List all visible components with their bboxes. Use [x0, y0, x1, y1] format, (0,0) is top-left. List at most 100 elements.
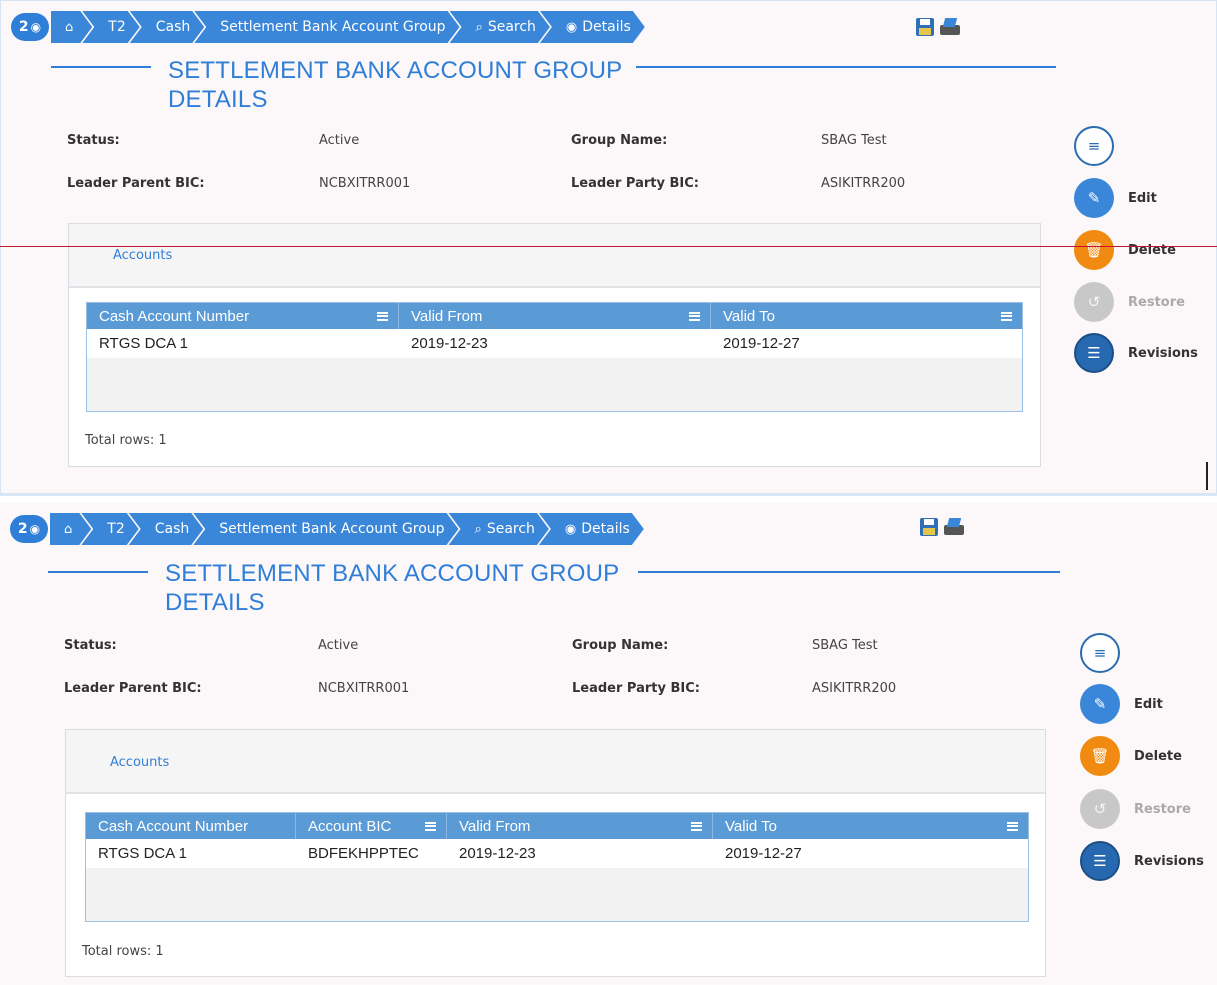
- title-rule-left: [51, 66, 151, 68]
- title-rule-right: [636, 66, 1056, 68]
- list-icon: ≡: [1080, 633, 1120, 673]
- trash-icon: 🗑: [1074, 230, 1114, 270]
- column-menu-icon[interactable]: [377, 311, 388, 321]
- edit-button[interactable]: ✎ Edit: [1080, 684, 1163, 724]
- eye-icon: ◉: [30, 20, 42, 34]
- edit-icon: ✎: [1080, 684, 1120, 724]
- accounts-panel: Accounts Cash Account Number Valid From …: [68, 223, 1041, 467]
- restore-icon: ↺: [1080, 789, 1120, 829]
- column-cash-account-number[interactable]: Cash Account Number: [86, 813, 296, 839]
- restore-button: ↺ Restore: [1080, 789, 1191, 829]
- column-menu-icon[interactable]: [1007, 821, 1018, 831]
- title-rule-left: [48, 571, 148, 573]
- details-screen-2: 2 ◉ ⌂ T2 Cash Settlement Bank Account Gro…: [0, 503, 1217, 985]
- breadcrumb-cash[interactable]: Cash: [129, 513, 204, 545]
- delete-button[interactable]: 🗑 Delete: [1080, 736, 1182, 776]
- leader-party-bic-label: Leader Party BIC:: [572, 681, 700, 696]
- context-menu-button[interactable]: ≡: [1074, 126, 1114, 166]
- column-account-bic[interactable]: Account BIC: [296, 813, 447, 839]
- breadcrumb-sbag[interactable]: Settlement Bank Account Group: [194, 11, 459, 43]
- leader-parent-bic-value: NCBXITRR001: [319, 176, 411, 191]
- group-name-label: Group Name:: [572, 638, 669, 653]
- database-icon: ☰: [1080, 841, 1120, 881]
- breadcrumb-label: Details: [582, 19, 631, 35]
- cell-valid-to: 2019-12-27: [723, 335, 800, 352]
- delete-label: Delete: [1128, 242, 1176, 258]
- breadcrumb-search[interactable]: ⌕ Search: [450, 11, 550, 43]
- eye-icon: ◉: [565, 19, 578, 35]
- search-icon: ⌕: [474, 521, 482, 537]
- tab-accounts[interactable]: Accounts: [110, 755, 169, 770]
- breadcrumb-label: T2: [108, 19, 126, 35]
- restore-label: Restore: [1128, 294, 1185, 310]
- status-value: Active: [318, 638, 359, 653]
- total-rows: Total rows: 1: [85, 433, 167, 448]
- leader-party-bic-label: Leader Party BIC:: [571, 176, 699, 191]
- edit-icon: ✎: [1074, 178, 1114, 218]
- breadcrumb-details[interactable]: ◉ Details: [540, 11, 645, 43]
- list-icon: ≡: [1074, 126, 1114, 166]
- title-rule-right: [638, 571, 1060, 573]
- column-valid-from[interactable]: Valid From: [399, 303, 711, 329]
- column-label: Cash Account Number: [99, 307, 250, 325]
- breadcrumb-label: Cash: [155, 19, 191, 35]
- column-menu-icon[interactable]: [425, 821, 436, 831]
- cell-valid-from: 2019-12-23: [411, 335, 488, 352]
- revisions-button[interactable]: ☰ Revisions: [1080, 841, 1204, 881]
- revisions-label: Revisions: [1134, 853, 1204, 869]
- group-name-value: SBAG Test: [821, 133, 887, 148]
- grid-header: Cash Account Number Account BIC Valid Fr…: [86, 813, 1028, 839]
- edit-button[interactable]: ✎ Edit: [1074, 178, 1157, 218]
- accounts-panel-header: Accounts: [66, 730, 1045, 794]
- database-icon: ☰: [1074, 333, 1114, 373]
- page-title-line2: DETAILS: [168, 86, 268, 113]
- column-valid-from[interactable]: Valid From: [447, 813, 713, 839]
- screen-separator: [0, 494, 1217, 503]
- delete-button[interactable]: 🗑 Delete: [1074, 230, 1176, 270]
- breadcrumb-details[interactable]: ◉ Details: [539, 513, 644, 545]
- leader-parent-bic-label: Leader Parent BIC:: [64, 681, 202, 696]
- revisions-button[interactable]: ☰ Revisions: [1074, 333, 1198, 373]
- accounts-panel: Accounts Cash Account Number Account BIC…: [65, 729, 1046, 977]
- group-name-value: SBAG Test: [812, 638, 878, 653]
- column-cash-account-number[interactable]: Cash Account Number: [87, 303, 399, 329]
- cell-valid-from: 2019-12-23: [459, 845, 536, 862]
- breadcrumb-search[interactable]: ⌕ Search: [449, 513, 549, 545]
- restore-icon: ↺: [1074, 282, 1114, 322]
- leader-party-bic-value: ASIKITRR200: [821, 176, 906, 191]
- column-menu-icon[interactable]: [1001, 311, 1012, 321]
- breadcrumb-cash[interactable]: Cash: [130, 11, 205, 43]
- column-label: Cash Account Number: [98, 817, 249, 835]
- table-row[interactable]: RTGS DCA 1 BDFEKHPPTEC 2019-12-23 2019-1…: [86, 839, 1028, 868]
- page-title-line1: SETTLEMENT BANK ACCOUNT GROUP: [168, 57, 623, 84]
- open-screens-counter[interactable]: 2 ◉: [11, 13, 49, 41]
- context-menu-button[interactable]: ≡: [1080, 633, 1120, 673]
- table-row[interactable]: RTGS DCA 1 2019-12-23 2019-12-27: [87, 329, 1022, 358]
- eye-icon: ◉: [564, 521, 577, 537]
- counter-value: 2: [17, 521, 28, 537]
- tab-accounts[interactable]: Accounts: [113, 248, 172, 263]
- toolbar: [916, 18, 962, 38]
- print-icon[interactable]: [938, 18, 962, 38]
- revisions-label: Revisions: [1128, 345, 1198, 361]
- column-menu-icon[interactable]: [689, 311, 700, 321]
- delete-label: Delete: [1134, 748, 1182, 764]
- print-icon[interactable]: [942, 518, 966, 538]
- column-label: Valid From: [411, 307, 483, 325]
- column-valid-to[interactable]: Valid To: [711, 303, 1022, 329]
- grid-header: Cash Account Number Valid From Valid To: [87, 303, 1022, 329]
- save-icon[interactable]: [920, 518, 938, 536]
- save-icon[interactable]: [916, 18, 934, 36]
- column-label: Account BIC: [308, 817, 392, 835]
- edit-label: Edit: [1134, 696, 1163, 712]
- leader-parent-bic-label: Leader Parent BIC:: [67, 176, 205, 191]
- column-menu-icon[interactable]: [691, 821, 702, 831]
- status-label: Status:: [64, 638, 117, 653]
- column-valid-to[interactable]: Valid To: [713, 813, 1028, 839]
- open-screens-counter[interactable]: 2 ◉: [10, 515, 48, 543]
- breadcrumb-label: Search: [487, 19, 536, 35]
- cell-cash-account-number: RTGS DCA 1: [99, 335, 188, 352]
- breadcrumb-sbag[interactable]: Settlement Bank Account Group: [193, 513, 458, 545]
- total-rows: Total rows: 1: [82, 944, 164, 959]
- details-screen-1: 2 ◉ ⌂ T2 Cash Settlement Bank Account Gro…: [0, 0, 1217, 494]
